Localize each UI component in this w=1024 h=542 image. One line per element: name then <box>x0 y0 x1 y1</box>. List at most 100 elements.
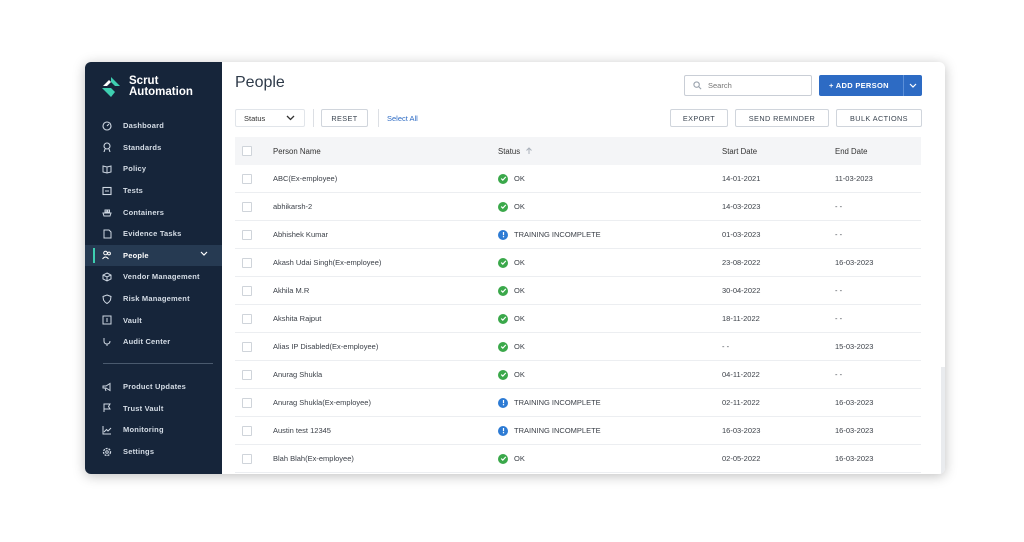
select-all-link[interactable]: Select All <box>387 109 418 127</box>
person-name[interactable]: Abhishek Kumar <box>273 230 328 239</box>
row-checkbox[interactable] <box>242 201 252 212</box>
sidebar-item-vendor-management[interactable]: Vendor Management <box>85 266 222 288</box>
status-cell: TRAINING INCOMPLETE <box>498 229 601 240</box>
stethoscope-icon <box>102 337 112 347</box>
sidebar-item-policy[interactable]: Policy <box>85 158 222 180</box>
person-name[interactable]: ABC(Ex-employee) <box>273 174 337 183</box>
sidebar-item-monitoring[interactable]: Monitoring <box>85 419 222 441</box>
sidebar-item-people[interactable]: People <box>85 244 222 267</box>
check-circle-icon <box>498 313 508 324</box>
table-row[interactable]: ABC(Ex-employee) OK 14-01-2021 11-03-2023 <box>235 165 921 193</box>
sidebar-item-label: Evidence Tasks <box>123 229 182 239</box>
app-window: Scrut Automation Dashboard Standards Polic… <box>85 62 945 474</box>
reset-button[interactable]: RESET <box>321 109 368 127</box>
sidebar-item-tests[interactable]: Tests <box>85 180 222 202</box>
end-date: 11-03-2023 <box>835 174 873 183</box>
person-name[interactable]: Alias IP Disabled(Ex-employee) <box>273 342 378 351</box>
add-person-dropdown-toggle[interactable] <box>904 83 922 88</box>
table-row[interactable]: Alias IP Disabled(Ex-employee) OK - - 15-03… <box>235 333 921 361</box>
row-checkbox[interactable] <box>242 341 252 352</box>
status-cell: TRAINING INCOMPLETE <box>498 425 601 436</box>
table-scrollbar[interactable] <box>941 367 945 474</box>
table-row[interactable]: Akshita Rajput OK 18-11-2022 - - <box>235 305 921 333</box>
row-checkbox[interactable] <box>242 285 252 296</box>
sidebar-item-label: Dashboard <box>123 121 164 131</box>
table-row[interactable]: Austin test 12345 TRAINING INCOMPLETE 16-0… <box>235 417 921 445</box>
scrut-logo-icon <box>102 77 120 97</box>
table-row[interactable]: Anurag Shukla(Ex-employee) TRAINING INCOM… <box>235 389 921 417</box>
table-row[interactable]: Akhila M.R OK 30-04-2022 - - <box>235 277 921 305</box>
table-header: Person Name Status Start Date End Date <box>235 137 921 165</box>
select-all-checkbox[interactable] <box>242 146 252 156</box>
end-date: - - <box>835 286 843 295</box>
brand-line-2: Automation <box>129 86 193 98</box>
main-content: People + ADD PERSON Status RESET Select … <box>222 62 945 474</box>
sidebar-item-label: Product Updates <box>123 382 187 392</box>
person-name[interactable]: Akash Udai Singh(Ex-employee) <box>273 258 381 267</box>
sidebar-item-evidence-tasks[interactable]: Evidence Tasks <box>85 223 222 245</box>
end-date: - - <box>835 230 843 239</box>
row-checkbox[interactable] <box>242 313 252 324</box>
evidence-icon <box>102 229 112 239</box>
sidebar-item-vault[interactable]: Vault <box>85 309 222 331</box>
sidebar-item-product-updates[interactable]: Product Updates <box>85 376 222 398</box>
check-circle-icon <box>498 257 508 268</box>
sidebar-nav: Dashboard Standards Policy Tests Containers E… <box>85 115 222 353</box>
person-name[interactable]: Blah Blah(Ex-employee) <box>273 454 354 463</box>
person-name[interactable]: Austin test 12345 <box>273 426 331 435</box>
sidebar-item-audit-center[interactable]: Audit Center <box>85 331 222 353</box>
table-row[interactable]: Anurag Shukla OK 04-11-2022 - - <box>235 361 921 389</box>
row-checkbox[interactable] <box>242 425 252 436</box>
start-date: 18-11-2022 <box>722 314 760 323</box>
sidebar-item-label: Trust Vault <box>123 403 164 413</box>
standards-icon <box>102 142 112 153</box>
sidebar-item-trust-vault[interactable]: Trust Vault <box>85 398 222 420</box>
row-checkbox[interactable] <box>242 173 252 184</box>
start-date: 01-03-2023 <box>722 230 761 239</box>
person-name[interactable]: abhikarsh-2 <box>273 202 312 211</box>
sidebar-item-risk-management[interactable]: Risk Management <box>85 288 222 310</box>
send-reminder-button[interactable]: SEND REMINDER <box>735 109 829 127</box>
sidebar-item-containers[interactable]: Containers <box>85 201 222 223</box>
status-cell: OK <box>498 313 525 324</box>
person-name[interactable]: Anurag Shukla(Ex-employee) <box>273 398 371 407</box>
status-cell: OK <box>498 453 525 464</box>
row-checkbox[interactable] <box>242 397 252 408</box>
row-checkbox[interactable] <box>242 257 252 268</box>
column-header-status[interactable]: Status <box>498 147 533 156</box>
start-date: 04-11-2022 <box>722 370 760 379</box>
add-person-button[interactable]: + ADD PERSON <box>819 75 922 96</box>
end-date: 16-03-2023 <box>835 258 874 267</box>
status-filter-value: Status <box>244 113 266 123</box>
sidebar-item-standards[interactable]: Standards <box>85 137 222 159</box>
table-row[interactable]: Abhishek Kumar TRAINING INCOMPLETE 01-03-2… <box>235 221 921 249</box>
sidebar-item-settings[interactable]: Settings <box>85 441 222 463</box>
status-filter-select[interactable]: Status <box>235 109 305 127</box>
sidebar-item-dashboard[interactable]: Dashboard <box>85 115 222 137</box>
person-name[interactable]: Anurag Shukla <box>273 370 322 379</box>
search-box[interactable] <box>684 75 812 96</box>
sidebar-item-label: Vendor Management <box>123 272 200 282</box>
containers-icon <box>102 207 112 217</box>
export-button[interactable]: EXPORT <box>670 109 728 127</box>
row-checkbox[interactable] <box>242 369 252 380</box>
row-checkbox[interactable] <box>242 453 252 464</box>
chevron-down-icon[interactable] <box>200 250 210 260</box>
status-text: OK <box>514 342 525 351</box>
table-row[interactable]: Akash Udai Singh(Ex-employee) OK 23-08-202… <box>235 249 921 277</box>
column-header-end-date[interactable]: End Date <box>835 147 868 156</box>
person-name[interactable]: Akshita Rajput <box>273 314 321 323</box>
status-cell: OK <box>498 285 525 296</box>
search-input[interactable] <box>708 81 798 90</box>
end-date: 15-03-2023 <box>835 342 874 351</box>
person-name[interactable]: Akhila M.R <box>273 286 309 295</box>
table-row[interactable]: abhikarsh-2 OK 14-03-2023 - - <box>235 193 921 221</box>
column-header-start-date[interactable]: Start Date <box>722 147 757 156</box>
search-icon <box>693 81 702 90</box>
info-circle-icon <box>498 425 508 436</box>
column-header-name[interactable]: Person Name <box>273 147 321 156</box>
row-checkbox[interactable] <box>242 229 252 240</box>
bulk-actions-button[interactable]: BULK ACTIONS <box>836 109 922 127</box>
brand-logo[interactable]: Scrut Automation <box>101 75 193 98</box>
table-row[interactable]: Blah Blah(Ex-employee) OK 02-05-2022 16-03-… <box>235 445 921 473</box>
